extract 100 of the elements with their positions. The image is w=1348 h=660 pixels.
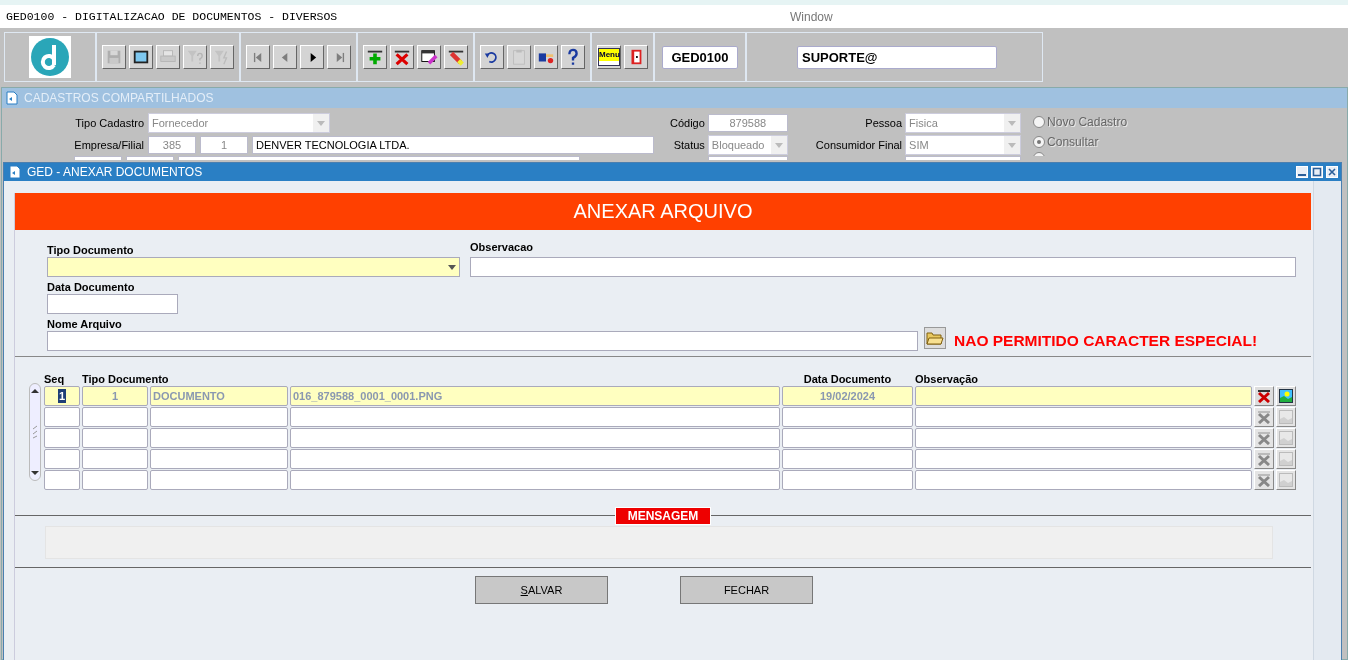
dropdown-arrow-icon [1008, 120, 1017, 126]
radio-button[interactable] [1033, 136, 1046, 148]
column-header: Seq [44, 373, 66, 385]
image-icon [1279, 452, 1293, 466]
delete-icon [1257, 389, 1271, 403]
table-cell[interactable] [82, 449, 148, 469]
clipboard-icon [510, 48, 528, 66]
window-title: GED0100 - DIGITALIZACAO DE DOCUMENTOS - DIVERSOS [5, 10, 339, 23]
toolbar-button[interactable] [444, 45, 468, 69]
table-cell[interactable]: 1 [44, 386, 80, 406]
first-record-icon [252, 51, 264, 63]
table-cell[interactable] [290, 407, 780, 427]
maximize-icon[interactable] [1311, 166, 1323, 178]
form-icon [6, 91, 18, 105]
table-cell[interactable] [915, 386, 1252, 406]
scroll-up-icon[interactable] [29, 386, 41, 396]
toolbar-button[interactable] [129, 45, 153, 69]
logo-icon [29, 36, 71, 78]
dropdown-field[interactable]: Bloqueado [707, 135, 788, 155]
table-cell[interactable] [782, 428, 913, 448]
dropdown-arrow-icon [317, 120, 325, 126]
table-cell[interactable] [44, 428, 80, 448]
delete-icon [1257, 431, 1271, 445]
field-label: Pessoa [865, 117, 903, 129]
document-type-dropdown[interactable] [47, 257, 460, 277]
dialog-button[interactable]: FECHAR [680, 576, 813, 604]
scrollbar[interactable] [29, 383, 41, 481]
table-cell[interactable]: 1 [82, 386, 148, 406]
browse-button[interactable] [924, 327, 946, 349]
image-icon [1279, 473, 1293, 487]
table-cell[interactable] [44, 470, 80, 490]
table-cell[interactable] [290, 428, 780, 448]
date-field[interactable] [47, 294, 178, 314]
warning-text: NAO PERMITIDO CARACTER ESPECIAL! [954, 332, 1258, 350]
toolbar-button[interactable] [363, 45, 387, 69]
table-cell[interactable] [782, 407, 913, 427]
dropdown-arrow-icon [774, 142, 783, 148]
table-cell[interactable] [915, 407, 1252, 427]
table-cell[interactable] [915, 428, 1252, 448]
radio-button[interactable] [1033, 116, 1046, 128]
dialog-button[interactable]: SALVAR [475, 576, 608, 604]
toolbar-button[interactable] [390, 45, 414, 69]
table-cell[interactable] [782, 470, 913, 490]
table-cell[interactable] [915, 449, 1252, 469]
delete-icon [393, 48, 411, 66]
table-cell[interactable] [290, 470, 780, 490]
dropdown-arrow-icon [1008, 142, 1017, 148]
file-name-field[interactable] [47, 331, 918, 351]
toolbar-button[interactable] [534, 45, 558, 69]
user-field: SUPORTE@ [797, 45, 997, 69]
field-label: Observacao [470, 241, 534, 254]
table-cell[interactable] [82, 407, 148, 427]
dropdown-field[interactable]: Fornecedor [148, 113, 330, 133]
dialog-heading: ANEXAR ARQUIVO [15, 193, 1311, 230]
minimize-icon[interactable] [1296, 166, 1308, 178]
table-cell[interactable] [150, 428, 288, 448]
scroll-grip-icon [31, 425, 39, 439]
image-icon [1279, 431, 1293, 445]
table-cell[interactable] [150, 470, 288, 490]
field-label: Tipo Documento [47, 244, 135, 257]
table-cell[interactable] [290, 449, 780, 469]
branch-field[interactable]: 1 [200, 136, 248, 154]
table-cell[interactable] [82, 470, 148, 490]
view-image-button[interactable] [1276, 386, 1296, 406]
table-cell[interactable] [82, 428, 148, 448]
table-cell[interactable] [44, 407, 80, 427]
toolbar-button[interactable] [417, 45, 441, 69]
company-field[interactable]: 385 [148, 136, 196, 154]
field-label: Status [673, 139, 705, 151]
scroll-down-icon[interactable] [29, 468, 41, 478]
field-label: Data Documento [47, 281, 136, 294]
close-icon[interactable] [1326, 166, 1338, 178]
field-label: Nome Arquivo [47, 318, 123, 331]
table-cell[interactable] [150, 407, 288, 427]
dialog-title: GED - ANEXAR DOCUMENTOS [27, 165, 204, 179]
table-cell[interactable] [915, 470, 1252, 490]
toolbar-button[interactable] [561, 45, 585, 69]
table-cell[interactable]: 19/02/2024 [782, 386, 913, 406]
company-name-field[interactable]: DENVER TECNOLOGIA LTDA. [252, 136, 654, 154]
table-cell[interactable] [150, 449, 288, 469]
toolbar-button[interactable] [300, 45, 324, 69]
dropdown-field[interactable]: Fisica [905, 113, 1022, 133]
delete-row-button[interactable] [1254, 386, 1274, 406]
record-edit-icon [420, 48, 438, 66]
table-cell[interactable]: 016_879588_0001_0001.PNG [290, 386, 780, 406]
dropdown-field[interactable]: SIM [905, 135, 1022, 155]
plus-icon [366, 48, 384, 66]
observation-field[interactable] [470, 257, 1296, 277]
radio-label: Consultar [1047, 135, 1099, 149]
column-header: Observação [915, 373, 979, 385]
table-cell[interactable]: DOCUMENTO [150, 386, 288, 406]
field-label: Empresa/Filial [74, 139, 144, 151]
window-icon [132, 48, 150, 66]
background-window-title: CADASTROS COMPARTILHADOS [24, 91, 214, 105]
code-field[interactable]: 879588 [707, 114, 788, 132]
toolbar-button[interactable] [480, 45, 504, 69]
window-menu[interactable]: Window [790, 9, 833, 24]
table-cell[interactable] [44, 449, 80, 469]
table-cell[interactable] [782, 449, 913, 469]
column-header: Tipo Documento [82, 373, 170, 385]
